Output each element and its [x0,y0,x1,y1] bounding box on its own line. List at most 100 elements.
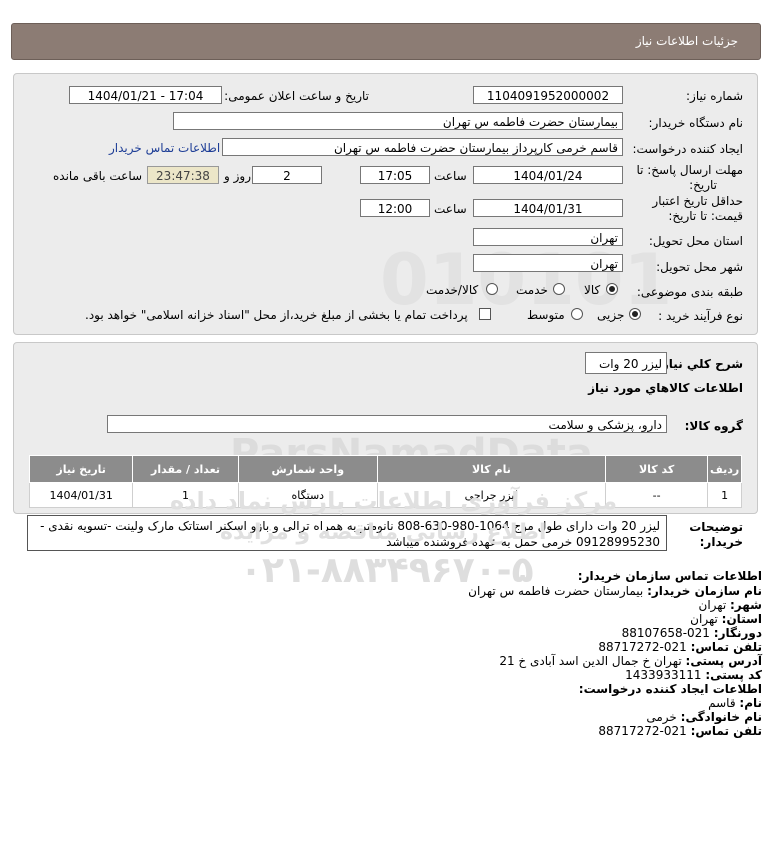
creator-first-name-label: نام: [739,696,762,710]
contact-fax-label: دورنگار: [713,626,762,640]
announce-field[interactable]: 1404/01/21 - 17:04 [69,86,222,104]
cell-unit: دستگاه [237,482,378,508]
need-number-field[interactable]: 1104091952000002 [473,86,623,104]
category-option-goods: کالا [584,283,601,297]
summary-label: شرح کلي نياز: [657,357,743,371]
creator-phone-label: تلفن تماس: [690,724,762,738]
buyer-notes-label: توضیحات [689,520,743,534]
deadline-date-field[interactable]: 1404/01/24 [473,166,623,184]
creator-phone-value: 021-88717272 [598,724,687,738]
creator-last-name: نام خانوادگی: خرمی [646,710,762,724]
goods-table: ردیف کد کالا نام کالا واحد شمارش تعداد /… [28,455,742,508]
col-date-header: تاریخ نیاز [28,455,134,483]
buyer-org-field[interactable]: بیمارستان حضرت فاطمه س تهران [173,112,623,130]
col-qty-header: تعداد / مقدار [132,455,239,483]
cell-code: -- [604,482,709,508]
validity-label-2: قیمت: تا تاریخ: [668,209,743,223]
contact-city-value: تهران [698,598,727,612]
category-option-service: خدمت [516,283,548,297]
creator-field[interactable]: قاسم خرمی کارپرداز بیمارستان حضرت فاطمه … [222,138,623,156]
contact-org-name-label: نام سازمان خریدار: [647,584,762,598]
contact-phone-label: تلفن تماس: [690,640,762,654]
remaining-timer: 23:47:38 [147,166,219,184]
process-option-medium: متوسط [527,308,565,322]
contact-postal: کد پستی: 1433933111 [625,668,762,682]
contact-fax: دورنگار: 021-88107658 [622,626,762,640]
treasury-checkbox[interactable] [479,308,491,320]
col-code-header: کد کالا [604,455,709,483]
contact-title: اطلاعات تماس سازمان خریدار: [577,569,762,583]
need-number-label: شماره نیاز: [686,89,743,103]
buyer-contact-link[interactable]: اطلاعات تماس خریدار [109,141,220,155]
validity-time-label: ساعت [434,202,467,216]
contact-postal-value: 1433933111 [625,668,702,682]
process-radio-medium[interactable] [571,308,583,320]
buyer-org-label: نام دستگاه خریدار: [648,116,744,130]
goods-info-title: اطلاعات کالاهاي مورد نياز [588,381,743,395]
city-label: شهر محل تحویل: [656,260,743,274]
category-option-both: کالا/خدمت [426,283,479,297]
category-radio-service[interactable] [553,283,565,295]
creator-last-name-value: خرمی [646,710,677,724]
category-radio-both[interactable] [486,283,498,295]
contact-phone-value: 021-88717272 [598,640,687,654]
cell-date: 1404/01/31 [28,482,134,508]
cell-name: لیزر جراحی [376,482,606,508]
buyer-notes-label-2: خریدار: [699,535,743,549]
deadline-label-2: تاریخ: [689,178,717,192]
creator-info-title: اطلاعات ایجاد کننده درخواست: [578,682,762,696]
validity-label: حداقل تاریخ اعتبار [652,194,743,208]
cell-row: 1 [707,482,742,508]
summary-field[interactable]: لیزر 20 وات [585,352,667,374]
deadline-time-field[interactable]: 17:05 [360,166,430,184]
validity-time-field[interactable]: 12:00 [360,199,430,217]
buyer-notes-box: لیزر 20 وات دارای طول موج 1064-980-630-8… [27,515,667,551]
process-radio-minor[interactable] [629,308,641,320]
group-label: گروه کالا: [684,419,743,433]
payment-note: پرداخت تمام یا بخشی از مبلغ خرید،از محل … [85,308,468,322]
buyer-notes-line-1: لیزر 20 وات دارای طول موج 1064-980-630-8… [40,519,660,533]
page-header: جزئیات اطلاعات نیاز [11,23,761,60]
contact-city: شهر: تهران [699,598,762,612]
contact-province-value: تهران [690,612,718,626]
col-row-header: ردیف [707,455,742,483]
contact-address-label: آدرس پستی: [685,654,762,668]
creator-phone: تلفن تماس: 021-88717272 [598,724,762,738]
province-label: استان محل تحویل: [648,234,743,248]
contact-city-label: شهر: [730,598,762,612]
contact-phone: تلفن تماس: 021-88717272 [598,640,762,654]
deadline-label: مهلت ارسال پاسخ: تا [636,163,743,177]
table-row[interactable]: 1 -- لیزر جراحی دستگاه 1 1404/01/31 [28,482,742,508]
process-label: نوع فرآیند خرید : [658,309,743,323]
days-field[interactable]: 2 [252,166,322,184]
remaining-label: ساعت باقی مانده [53,169,143,183]
creator-label: ایجاد کننده درخواست: [632,142,743,156]
creator-first-name-value: قاسم [708,696,736,710]
category-label: طبقه بندی موضوعی: [636,285,743,299]
creator-first-name: نام: قاسم [708,696,762,710]
days-label: روز و [224,169,251,183]
city-field[interactable]: تهران [473,254,623,272]
process-option-minor: جزیی [597,308,625,322]
cell-qty: 1 [132,482,239,508]
contact-postal-label: کد پستی: [705,668,762,682]
page-title: جزئیات اطلاعات نیاز [635,34,738,48]
contact-address-value: تهران خ جمال الدین اسد آبادی خ 21 [499,654,682,668]
contact-org-name: نام سازمان خریدار: بیمارستان حضرت فاطمه … [468,584,762,598]
creator-last-name-label: نام خانوادگی: [680,710,762,724]
contact-org-name-value: بیمارستان حضرت فاطمه س تهران [468,584,644,598]
col-name-header: نام کالا [376,455,606,483]
contact-fax-value: 021-88107658 [621,626,710,640]
category-radio-goods[interactable] [606,283,618,295]
buyer-notes-line-2: 09128995230 خرمی حمل به عهده فروشنده میب… [386,535,660,549]
deadline-time-label: ساعت [434,169,467,183]
contact-province: استان: تهران [690,612,762,626]
province-field[interactable]: تهران [473,228,623,246]
col-unit-header: واحد شمارش [237,455,378,483]
group-field[interactable]: دارو، پزشکی و سلامت [107,415,667,433]
table-header-row: ردیف کد کالا نام کالا واحد شمارش تعداد /… [28,455,742,483]
contact-address: آدرس پستی: تهران خ جمال الدین اسد آبادی … [499,654,762,668]
validity-date-field[interactable]: 1404/01/31 [473,199,623,217]
announce-label: تاریخ و ساعت اعلان عمومی: [224,89,369,103]
contact-province-label: استان: [721,612,762,626]
